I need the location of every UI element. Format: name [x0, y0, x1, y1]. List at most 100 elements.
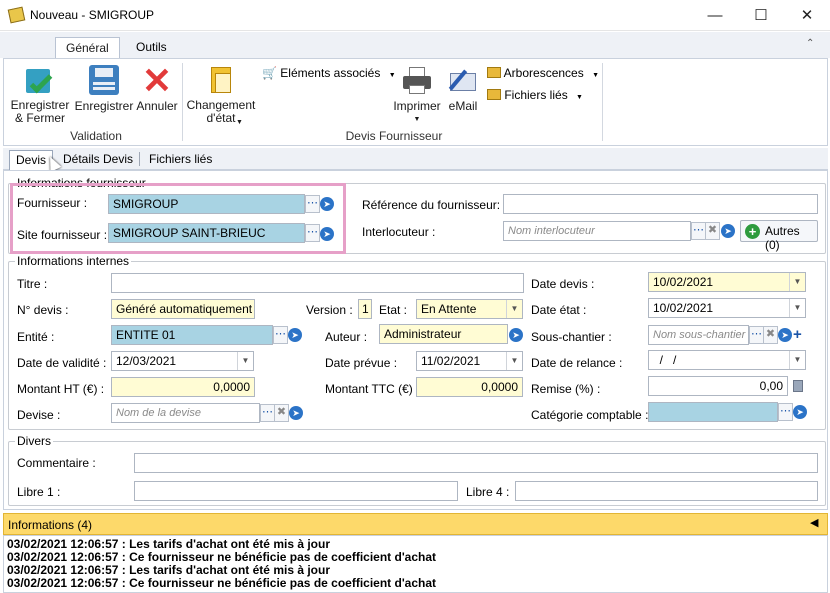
add-circle-icon: + — [745, 224, 760, 239]
entite-field[interactable]: ENTITE 01 — [111, 325, 273, 345]
printer-icon — [402, 65, 432, 95]
relance-field[interactable]: / / — [648, 350, 806, 370]
print-dropdown-icon: ▼ — [413, 116, 421, 123]
commentaire-field[interactable] — [134, 453, 818, 473]
sous-chantier-label: Sous-chantier : — [531, 330, 612, 344]
interlocuteur-field[interactable]: Nom interlocuteur — [503, 221, 691, 241]
maximize-button[interactable]: ☐ — [738, 0, 784, 31]
tab-divider — [139, 152, 140, 166]
folder-icon — [487, 67, 501, 78]
validite-dropdown-icon[interactable]: ▼ — [237, 352, 253, 370]
files-folder-icon — [487, 89, 501, 100]
site-goto-icon[interactable]: ➤ — [320, 227, 334, 241]
sous-chantier-field[interactable]: Nom sous-chantier — [648, 325, 749, 345]
ht-field[interactable]: 0,0000 — [111, 377, 255, 397]
pin-icon[interactable]: ◀ — [810, 516, 818, 529]
prevue-label: Date prévue : — [325, 356, 398, 370]
calculator-icon[interactable] — [793, 380, 803, 392]
change-state-button[interactable]: Changement d'état ▼ — [186, 65, 256, 126]
sous-chantier-add-icon[interactable]: + — [793, 326, 802, 343]
entite-label: Entité : — [17, 330, 55, 344]
reference-field[interactable] — [503, 194, 818, 214]
categorie-goto-icon[interactable]: ➤ — [793, 405, 807, 419]
validation-group-label: Validation — [70, 129, 122, 143]
sous-chantier-goto-icon[interactable]: ➤ — [778, 328, 792, 342]
devise-goto-icon[interactable]: ➤ — [289, 406, 303, 420]
info-message: 03/02/2021 12:06:57 : Les tarifs d'achat… — [7, 537, 330, 551]
ttc-field[interactable]: 0,0000 — [416, 377, 523, 397]
info-message: 03/02/2021 12:06:57 : Ce fournisseur ne … — [7, 576, 437, 590]
tab-fichiers-lies[interactable]: Fichiers liés — [143, 150, 218, 170]
libre4-field[interactable] — [515, 481, 818, 501]
date-etat-field[interactable]: 10/02/2021 — [648, 298, 806, 318]
save-close-button[interactable]: Enregistrer & Fermer — [10, 65, 70, 125]
save-button[interactable]: Enregistrer — [74, 65, 134, 113]
interlocuteur-browse-button[interactable]: ⋯ — [691, 222, 706, 240]
categorie-label: Catégorie comptable : — [531, 408, 649, 422]
info-title: Informations (4) — [8, 518, 93, 532]
cancel-label: Annuler — [136, 99, 178, 113]
categorie-field[interactable] — [648, 402, 778, 422]
print-button[interactable]: Imprimer ▼ — [392, 65, 442, 126]
tab-general[interactable]: Général — [55, 37, 120, 59]
auteur-field[interactable]: Administrateur — [379, 324, 508, 344]
linked-files-button[interactable]: Fichiers liés ▼ — [487, 88, 583, 104]
version-field[interactable]: 1 — [358, 299, 372, 319]
cancel-x-icon: ✕ — [141, 60, 173, 101]
save-close-icon — [24, 65, 56, 97]
etat-label: Etat : — [379, 303, 408, 317]
prevue-dropdown-icon[interactable]: ▼ — [506, 352, 522, 370]
cancel-button[interactable]: ✕ Annuler — [134, 60, 180, 113]
collapse-ribbon-icon[interactable]: ⌃ — [806, 38, 814, 49]
autres-button[interactable]: + Autres (0) — [740, 220, 818, 252]
reference-label: Référence du fournisseur: — [362, 198, 501, 212]
fournisseur-field[interactable]: SMIGROUP — [108, 194, 305, 214]
email-button[interactable]: eMail — [444, 65, 482, 113]
libre4-label: Libre 4 : — [466, 485, 510, 499]
remise-field[interactable]: 0,00 — [648, 376, 788, 396]
relance-dropdown-icon[interactable]: ▼ — [789, 351, 805, 369]
save-label: Enregistrer — [74, 99, 134, 113]
entite-goto-icon[interactable]: ➤ — [288, 328, 302, 342]
auteur-goto-icon[interactable]: ➤ — [509, 328, 523, 342]
etat-dropdown-icon[interactable]: ▼ — [506, 300, 522, 318]
sous-chantier-clear-icon[interactable]: ✖ — [763, 326, 778, 344]
entite-browse-button[interactable]: ⋯ — [273, 326, 288, 344]
devise-browse-button[interactable]: ⋯ — [260, 404, 275, 422]
interlocuteur-goto-icon[interactable]: ➤ — [721, 224, 735, 238]
change-state-label: Changement d'état — [186, 98, 256, 125]
autres-label: Autres (0) — [765, 224, 800, 252]
titre-field[interactable] — [111, 273, 524, 293]
print-label: Imprimer — [393, 99, 441, 113]
categorie-browse-button[interactable]: ⋯ — [778, 403, 793, 421]
ht-label: Montant HT (€) : — [17, 382, 105, 396]
sous-chantier-browse-button[interactable]: ⋯ — [749, 326, 764, 344]
libre1-field[interactable] — [134, 481, 458, 501]
ndevis-field[interactable]: Généré automatiquement — [111, 299, 255, 319]
tab-outils[interactable]: Outils — [126, 37, 177, 59]
site-field[interactable]: SMIGROUP SAINT-BRIEUC — [108, 223, 305, 243]
date-devis-field[interactable]: 10/02/2021 — [648, 272, 806, 292]
interlocuteur-clear-icon[interactable]: ✖ — [705, 222, 720, 240]
devise-clear-icon[interactable]: ✖ — [274, 404, 289, 422]
devise-field[interactable]: Nom de la devise — [111, 403, 260, 423]
site-browse-button[interactable]: ⋯ — [305, 224, 320, 242]
trees-button[interactable]: Arborescences ▼ — [487, 66, 599, 82]
title-bar: Nouveau - SMIGROUP — ☐ ✕ — [0, 0, 830, 31]
date-devis-dropdown-icon[interactable]: ▼ — [789, 273, 805, 291]
version-label: Version : — [306, 303, 353, 317]
associated-elements-button[interactable]: 🛒 Eléments associés ▼ — [262, 66, 396, 82]
document-tabs: Devis Détails Devis Fichiers liés — [3, 148, 828, 170]
info-bar[interactable]: Informations (4) ◀ — [3, 513, 828, 535]
titre-label: Titre : — [17, 277, 48, 291]
date-etat-dropdown-icon[interactable]: ▼ — [789, 299, 805, 317]
tab-details-devis[interactable]: Détails Devis — [57, 150, 139, 170]
close-button[interactable]: ✕ — [784, 0, 830, 31]
minimize-button[interactable]: — — [692, 0, 738, 31]
ribbon-separator-2 — [602, 63, 603, 141]
email-label: eMail — [448, 99, 478, 113]
fournisseur-browse-button[interactable]: ⋯ — [305, 195, 320, 213]
validite-field[interactable]: 12/03/2021 — [111, 351, 254, 371]
date-etat-label: Date état : — [531, 303, 587, 317]
fournisseur-goto-icon[interactable]: ➤ — [320, 197, 334, 211]
